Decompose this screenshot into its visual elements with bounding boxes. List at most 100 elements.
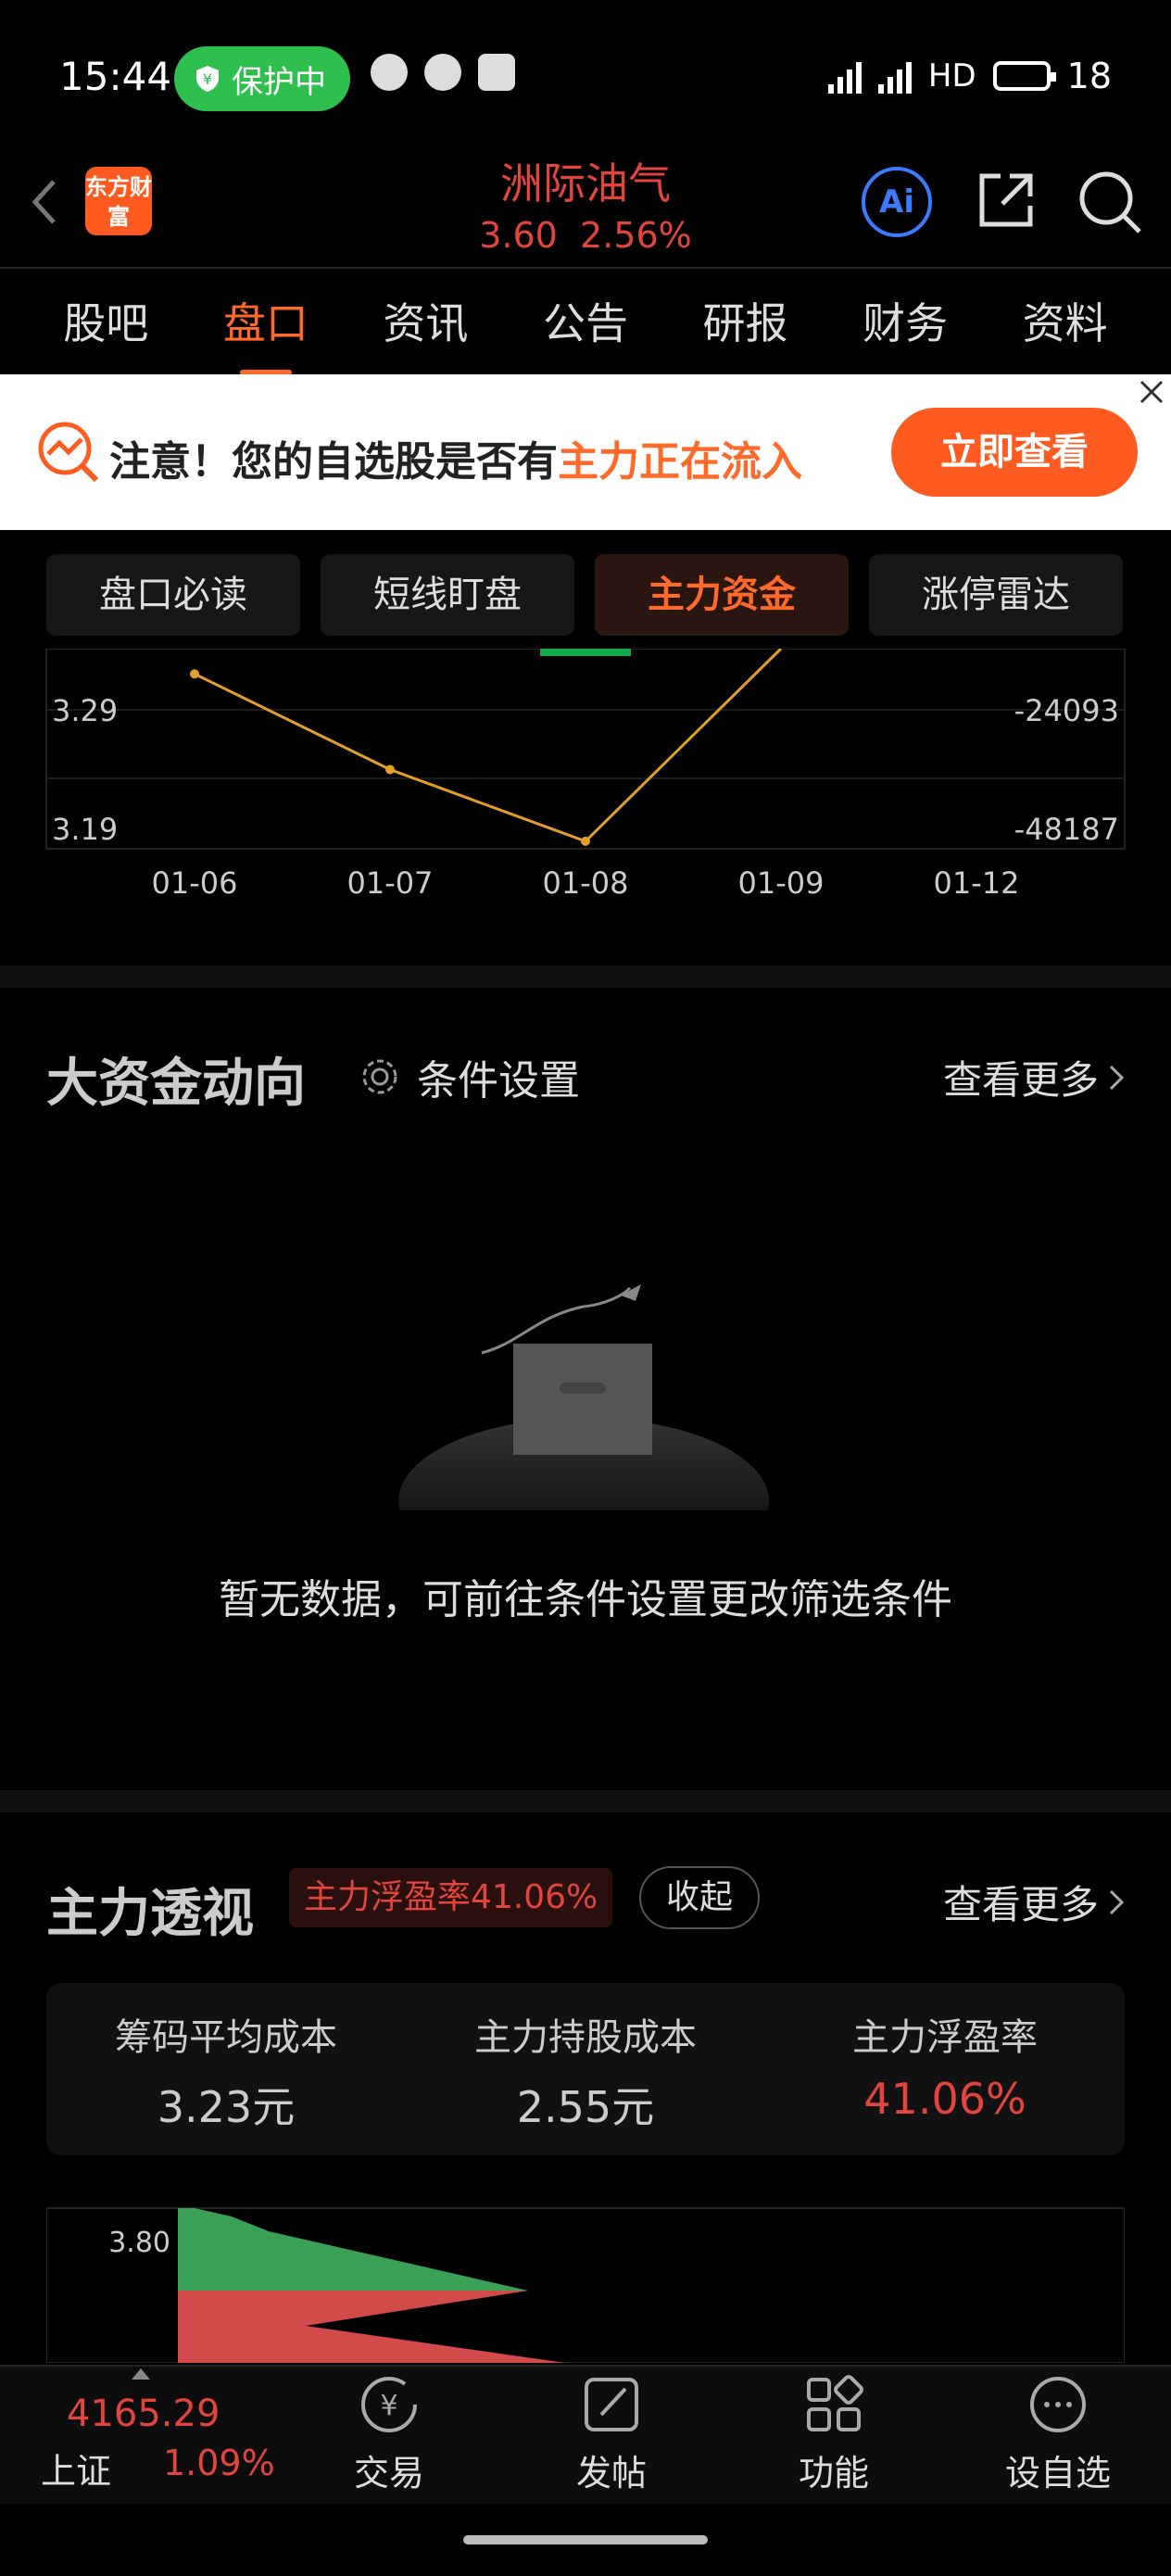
- battery-icon: [992, 61, 1056, 91]
- main-fund-chart: 3.29 3.19 -24093 -48187 01-06 01-07 01-08 0…: [45, 649, 1126, 901]
- nav-label: 功能: [798, 2453, 869, 2494]
- main-view-title: 主力透视: [46, 1884, 254, 1944]
- stock-change: 2.56%: [580, 215, 692, 256]
- battery-level: 18: [1066, 56, 1112, 96]
- nav-label: 交易: [353, 2453, 424, 2494]
- ai-button[interactable]: Ai: [862, 167, 932, 237]
- tab-notice[interactable]: 公告: [535, 290, 636, 351]
- line-point: [581, 836, 590, 846]
- nav-label: 发帖: [575, 2453, 647, 2494]
- trend-alert-icon: [38, 422, 99, 483]
- home-indicator[interactable]: [463, 2535, 708, 2544]
- stat-value: 41.06%: [863, 2074, 1026, 2124]
- tab-profile[interactable]: 资料: [1015, 290, 1115, 351]
- view-now-button[interactable]: 立即查看: [891, 408, 1138, 497]
- trade-icon: ¥: [361, 2377, 417, 2432]
- more-label: 查看更多: [942, 1057, 1099, 1103]
- chip-distribution-chart: 3.80: [46, 2207, 1125, 2363]
- x-tick-label: 01-06: [152, 865, 238, 901]
- share-icon[interactable]: [973, 167, 1039, 234]
- index-value[interactable]: 4165.29: [67, 2393, 220, 2435]
- signal-4g-icon: [827, 58, 862, 94]
- stat-label: 筹码平均成本: [115, 2016, 337, 2059]
- dist-red-area: [178, 2291, 565, 2363]
- collapse-button[interactable]: 收起: [639, 1866, 760, 1929]
- svg-text:¥: ¥: [203, 70, 212, 88]
- banner-highlight: 主力正在流入: [558, 438, 802, 486]
- tab-guba[interactable]: 股吧: [56, 290, 156, 351]
- x-tick-label: 01-08: [543, 865, 629, 901]
- tab-pankou[interactable]: 盘口: [216, 290, 316, 351]
- stat-float-rate: 主力浮盈率 41.06%: [765, 2007, 1125, 2124]
- bag-icon: [478, 54, 515, 91]
- gear-icon: [362, 1059, 397, 1094]
- y-left-tick: 3.19: [52, 812, 118, 847]
- tab-finance[interactable]: 财务: [855, 290, 955, 351]
- caret-up-icon: [132, 2368, 150, 2380]
- chevron-right-icon: [1109, 1065, 1125, 1090]
- y-right-tick: -48187: [1014, 812, 1119, 847]
- stat-value: 3.23元: [157, 2082, 296, 2132]
- protect-badge[interactable]: ¥ 保护中: [174, 46, 350, 111]
- grid-icon: [807, 2375, 863, 2431]
- price-line: [194, 649, 783, 843]
- status-right: HD 18: [827, 56, 1112, 96]
- empty-message: 暂无数据，可前往条件设置更改筛选条件: [219, 1576, 952, 1623]
- main-tabs: 股吧 盘口 资讯 公告 研报 财务 资料: [0, 269, 1171, 373]
- empty-box-illustration: [398, 1284, 769, 1510]
- svg-text:¥: ¥: [380, 2390, 397, 2422]
- notification-dot-icon: [371, 54, 408, 91]
- stat-avg-cost: 筹码平均成本 3.23元: [46, 2007, 406, 2135]
- nav-trade[interactable]: ¥ 交易: [315, 2372, 463, 2495]
- stock-price: 3.60: [479, 215, 558, 256]
- chat-icon: [424, 54, 461, 91]
- edit-icon: [585, 2378, 638, 2431]
- y-left-tick: 3.29: [52, 693, 118, 728]
- search-icon[interactable]: [1075, 167, 1145, 237]
- stat-holder-cost: 主力持股成本 2.55元: [406, 2007, 765, 2135]
- x-tick-label: 01-12: [934, 865, 1020, 901]
- shield-icon: ¥: [196, 66, 219, 92]
- tab-research[interactable]: 研报: [696, 290, 796, 351]
- nav-post[interactable]: 发帖: [537, 2372, 686, 2495]
- dist-tick: 3.80: [108, 2227, 170, 2259]
- condition-settings[interactable]: 条件设置: [359, 1047, 580, 1106]
- nav-label: 设自选: [1004, 2453, 1111, 2494]
- x-tick-label: 01-07: [347, 865, 434, 901]
- subtab-limit-radar[interactable]: 涨停雷达: [869, 554, 1123, 636]
- nav-add-watch[interactable]: 设自选: [984, 2372, 1132, 2495]
- status-time: 15:44: [59, 54, 172, 99]
- big-fund-more[interactable]: 查看更多: [943, 1049, 1125, 1105]
- more-label: 查看更多: [942, 1882, 1099, 1927]
- protect-label: 保护中: [232, 63, 326, 101]
- close-icon[interactable]: [1136, 376, 1167, 408]
- tab-news[interactable]: 资讯: [375, 290, 475, 351]
- banner-message: 注意！您的自选股是否有主力正在流入: [109, 428, 802, 487]
- main-view-more[interactable]: 查看更多: [943, 1874, 1125, 1930]
- x-tick-label: 01-09: [738, 865, 825, 901]
- chart-frame: [45, 649, 1126, 850]
- chevron-right-icon: [1109, 1889, 1125, 1914]
- big-fund-title: 大资金动向: [46, 1054, 306, 1114]
- fund-bar: [540, 649, 631, 656]
- subtab-short-watch[interactable]: 短线盯盘: [321, 554, 574, 636]
- y-right-tick: -24093: [1014, 693, 1119, 728]
- settings-label: 条件设置: [417, 1057, 580, 1105]
- index-change[interactable]: 1.09%: [163, 2443, 275, 2483]
- section-separator: [0, 1790, 1171, 1812]
- subtab-must-read[interactable]: 盘口必读: [46, 554, 300, 636]
- banner-prefix: 注意！您的自选股是否有: [109, 438, 558, 486]
- nav-functions[interactable]: 功能: [760, 2372, 908, 2495]
- line-point: [190, 669, 199, 679]
- subtab-main-fund[interactable]: 主力资金: [595, 554, 849, 636]
- notification-icons: [371, 54, 515, 91]
- hd-icon: HD: [927, 57, 976, 95]
- dist-green-area: [178, 2208, 528, 2291]
- index-name[interactable]: 上证: [41, 2443, 111, 2494]
- stat-value: 2.55元: [516, 2082, 655, 2132]
- signal-5g-icon: [877, 58, 912, 94]
- more-dots-icon: [1030, 2377, 1086, 2432]
- stat-label: 主力持股成本: [474, 2016, 697, 2059]
- line-point: [385, 764, 395, 775]
- section-separator: [0, 966, 1171, 988]
